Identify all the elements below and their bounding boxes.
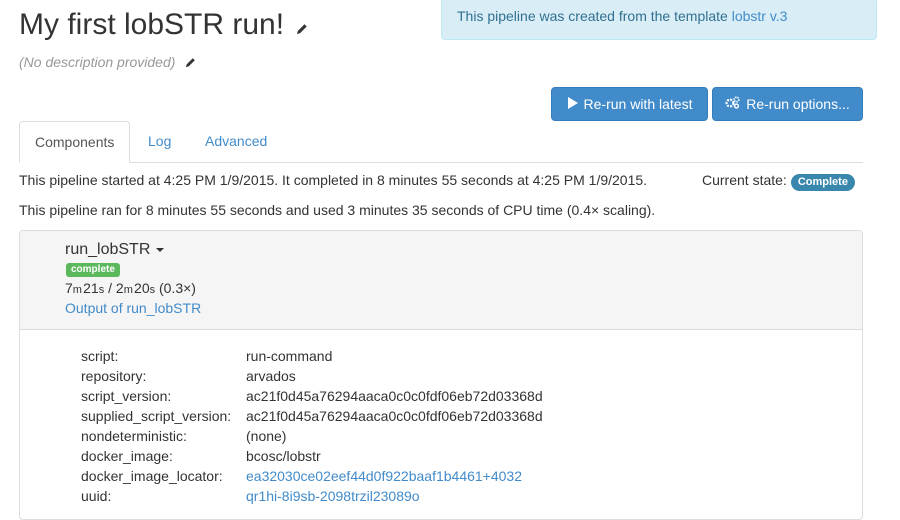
property-value-link[interactable]: ea32030ce02eef44d0f922baaf1b4461+4032 bbox=[246, 466, 522, 486]
component-runtime: 7m 21s / 2m 20s (0.3×) bbox=[65, 280, 196, 296]
component-name: run_lobSTR bbox=[65, 241, 151, 258]
property-value: run-command bbox=[246, 348, 333, 364]
template-link[interactable]: lobstr v.3 bbox=[732, 8, 788, 24]
play-icon bbox=[567, 96, 578, 112]
property-value: ac21f0d45a76294aaca0c0c0fdf06eb72d03368d bbox=[246, 388, 543, 404]
property-value: (none) bbox=[246, 428, 287, 444]
property-value: ac21f0d45a76294aaca0c0c0fdf06eb72d03368d bbox=[246, 408, 543, 424]
property-row: docker_image_locator: ea32030ce02eef44d0f… bbox=[81, 466, 543, 486]
cpu-seconds: 20 bbox=[134, 280, 150, 296]
component-properties: script: run-command repository: arvados scri… bbox=[81, 346, 543, 506]
property-key: script_version: bbox=[81, 388, 172, 404]
status-badge: Complete bbox=[790, 174, 855, 191]
property-row: script: run-command bbox=[81, 346, 543, 366]
component-status-label: complete bbox=[66, 263, 120, 277]
property-key: nondeterministic: bbox=[81, 428, 187, 444]
tab-log[interactable]: Log bbox=[133, 121, 186, 162]
current-state-label: Current state: bbox=[702, 172, 787, 188]
page-title: My first lobSTR run! bbox=[19, 7, 308, 44]
pipeline-cpu-summary: This pipeline ran for 8 minutes 55 secon… bbox=[19, 202, 656, 218]
edit-pencil-icon[interactable] bbox=[296, 8, 308, 44]
pipeline-description: (No description provided) bbox=[19, 54, 196, 71]
tab-components[interactable]: Components bbox=[19, 121, 130, 163]
current-state: Current state: Complete bbox=[702, 172, 855, 191]
component-name-dropdown[interactable]: run_lobSTR bbox=[65, 241, 165, 259]
property-row: supplied_script_version: ac21f0d45a76294a… bbox=[81, 406, 543, 426]
caret-down-icon bbox=[156, 247, 165, 252]
property-key: supplied_script_version: bbox=[81, 408, 232, 424]
pipeline-timing-summary: This pipeline started at 4:25 PM 1/9/201… bbox=[19, 172, 648, 188]
property-key: docker_image: bbox=[81, 448, 173, 464]
runtime-minutes: 7 bbox=[65, 280, 73, 296]
property-row: repository: arvados bbox=[81, 366, 543, 386]
edit-pencil-icon[interactable] bbox=[185, 55, 196, 71]
component-panel-header: run_lobSTR complete 7m 21s / 2m 20s (0.3… bbox=[20, 231, 862, 330]
runtime-seconds: 21 bbox=[83, 280, 99, 296]
property-key: docker_image_locator: bbox=[81, 468, 223, 484]
property-value: bcosc/lobstr bbox=[246, 448, 321, 464]
rerun-with-latest-label: Re-run with latest bbox=[583, 96, 693, 112]
property-row: docker_image: bcosc/lobstr bbox=[81, 446, 543, 466]
property-row: uuid: qr1hi-8i9sb-2098trzil23089o bbox=[81, 486, 543, 506]
property-value: arvados bbox=[246, 368, 296, 384]
rerun-options-button[interactable]: Re-run options... bbox=[712, 87, 863, 121]
pipeline-tabs: Components Log Advanced bbox=[19, 121, 863, 163]
rerun-options-label: Re-run options... bbox=[746, 96, 850, 112]
property-key: repository: bbox=[81, 368, 147, 384]
tab-advanced[interactable]: Advanced bbox=[190, 121, 282, 162]
cpu-minutes: 2 bbox=[115, 280, 124, 296]
property-key: uuid: bbox=[81, 488, 112, 504]
gears-icon bbox=[725, 96, 740, 112]
runtime-scaling: (0.3×) bbox=[159, 280, 196, 296]
property-value-link[interactable]: qr1hi-8i9sb-2098trzil23089o bbox=[246, 486, 420, 506]
rerun-with-latest-button[interactable]: Re-run with latest bbox=[551, 87, 708, 121]
property-row: script_version: ac21f0d45a76294aaca0c0c0f… bbox=[81, 386, 543, 406]
description-text: (No description provided) bbox=[19, 54, 176, 70]
template-info-alert: This pipeline was created from the templ… bbox=[441, 0, 877, 40]
pipeline-name: My first lobSTR run! bbox=[19, 8, 285, 41]
template-info-text: This pipeline was created from the templ… bbox=[457, 8, 732, 24]
component-panel: run_lobSTR complete 7m 21s / 2m 20s (0.3… bbox=[19, 230, 863, 520]
component-output-link[interactable]: Output of run_lobSTR bbox=[65, 300, 201, 316]
property-key: script: bbox=[81, 348, 119, 364]
property-row: nondeterministic: (none) bbox=[81, 426, 543, 446]
